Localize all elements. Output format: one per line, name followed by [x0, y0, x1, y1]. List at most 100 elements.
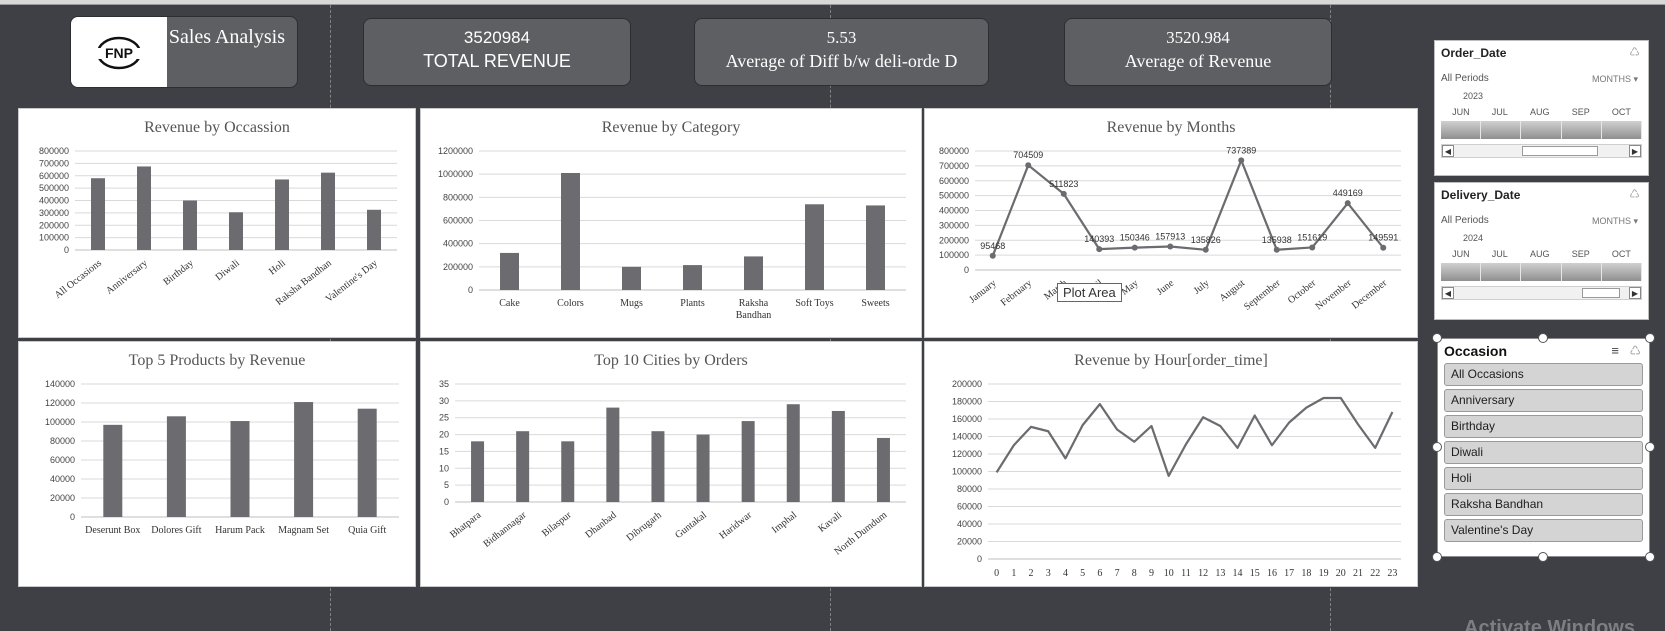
bar	[696, 434, 710, 502]
y-tick-label: 400000	[939, 206, 969, 216]
data-point	[1167, 243, 1174, 250]
clear-filter-icon[interactable]: ♺	[1629, 343, 1641, 359]
time-level-label: MONTHS	[1591, 74, 1631, 84]
delivery-date-slicer[interactable]: Delivery_Date ♺ All Periods MONTHS ▾ 202…	[1434, 182, 1649, 320]
x-tick-label: October	[1286, 277, 1319, 306]
bar	[561, 441, 575, 502]
slicer-item-holi[interactable]: Holi	[1444, 467, 1643, 490]
y-tick-label: 40000	[50, 474, 75, 484]
x-tick-label: Dibrugarh	[625, 510, 664, 544]
timeline-scrollbar[interactable]: ◀ ▶	[1441, 144, 1642, 158]
y-tick-label: 140000	[952, 432, 982, 442]
timeline-bar[interactable]	[1441, 121, 1643, 139]
kpi-total-revenue[interactable]: 3520984 TOTAL REVENUE	[363, 18, 631, 86]
bar	[230, 421, 250, 517]
x-tick-label: Colors	[557, 298, 584, 309]
y-tick-label: 60000	[957, 502, 982, 512]
resize-handle[interactable]	[1538, 333, 1548, 343]
data-point	[1025, 162, 1032, 169]
resize-handle[interactable]	[1432, 333, 1442, 343]
resize-handle[interactable]	[1645, 333, 1655, 343]
timeline-scrollbar[interactable]: ◀ ▶	[1441, 286, 1642, 300]
all-periods-label: All Periods	[1441, 215, 1489, 226]
data-label: 737389	[1226, 145, 1256, 155]
resize-handle[interactable]	[1538, 552, 1548, 562]
x-tick-label: Bhatpara	[448, 509, 484, 540]
y-tick-label: 30	[439, 396, 449, 406]
chart-revenue-by-months[interactable]: Revenue by Months 0 100000 200000 300000 400…	[924, 108, 1418, 338]
bar	[744, 256, 763, 290]
timeline-bar[interactable]	[1441, 263, 1643, 281]
month-labels: JUN JUL AUG SEP OCT	[1441, 107, 1642, 119]
chevron-down-icon: ▾	[1633, 216, 1638, 226]
y-tick-label: 100000	[45, 417, 75, 427]
kpi-label: Average of Diff b/w deli-orde D	[725, 51, 958, 71]
scroll-thumb[interactable]	[1522, 146, 1598, 156]
scroll-left-icon[interactable]: ◀	[1442, 145, 1454, 157]
slicer-item-all-occasions[interactable]: All Occasions	[1444, 363, 1643, 386]
x-tick-label: 18	[1301, 568, 1311, 579]
bar	[103, 424, 123, 517]
month-label: JUL	[1491, 249, 1508, 259]
bar	[357, 408, 377, 517]
x-tick-label: February	[999, 278, 1034, 309]
data-point	[1344, 200, 1351, 207]
scroll-right-icon[interactable]: ▶	[1629, 145, 1641, 157]
chart-revenue-by-occasion[interactable]: Revenue by Occassion 0 100000 200000 300000…	[18, 108, 416, 338]
y-tick-label: 40000	[957, 519, 982, 529]
slicer-item-anniversary[interactable]: Anniversary	[1444, 389, 1643, 412]
chart-canvas: 0 200000 400000 600000 800000 1000000 1200000 C…	[438, 146, 906, 321]
y-tick-label: 0	[468, 285, 473, 295]
scroll-right-icon[interactable]: ▶	[1629, 287, 1641, 299]
occasion-slicer[interactable]: Occasion ≡ ♺ All Occasions Anniversary B…	[1437, 338, 1650, 557]
clear-filter-icon[interactable]: ♺	[1629, 45, 1640, 59]
x-tick-label: Sweets	[861, 298, 889, 309]
chart-top-products[interactable]: Top 5 Products by Revenue 0 20000 40000 600…	[18, 341, 416, 587]
y-tick-label: 200000	[939, 235, 969, 245]
data-point	[1131, 244, 1138, 251]
x-tick-label: Cake	[499, 298, 520, 309]
order-date-slicer[interactable]: Order_Date ♺ All Periods MONTHS ▾ 2023 J…	[1434, 40, 1649, 176]
month-label: SEP	[1571, 107, 1590, 117]
resize-handle[interactable]	[1432, 442, 1442, 452]
bar	[651, 431, 665, 502]
chart-canvas: 0 100000 200000 300000 400000 500000 600000 700…	[39, 146, 397, 308]
y-tick-label: 800000	[443, 192, 473, 202]
all-periods-label: All Periods	[1441, 73, 1489, 84]
kpi-average-revenue[interactable]: 3520.984 Average of Revenue	[1064, 18, 1332, 86]
bar	[500, 252, 519, 290]
bar	[183, 200, 197, 250]
slicer-item-valentines-day[interactable]: Valentine's Day	[1444, 519, 1643, 542]
y-tick-label: 180000	[952, 397, 982, 407]
kpi-average-diff[interactable]: 5.53 Average of Diff b/w deli-orde D	[694, 18, 989, 86]
x-tick-label: 10	[1164, 568, 1174, 579]
bar	[805, 204, 824, 290]
slicer-item-raksha-bandhan[interactable]: Raksha Bandhan	[1444, 493, 1643, 516]
chart-top-cities[interactable]: Top 10 Cities by Orders 0 5 10 15 20 25 30 35 Bh…	[420, 341, 922, 587]
multi-select-icon[interactable]: ≡	[1611, 343, 1619, 358]
bar	[561, 173, 580, 290]
plot-area-tooltip: Plot Area	[1057, 283, 1122, 302]
slicer-item-diwali[interactable]: Diwali	[1444, 441, 1643, 464]
x-tick-label: 1	[1011, 568, 1016, 579]
resize-handle[interactable]	[1645, 442, 1655, 452]
chart-revenue-by-category[interactable]: Revenue by Category 0 200000 400000 600000 8…	[420, 108, 922, 338]
y-tick-label: 400000	[443, 239, 473, 249]
time-level-dropdown[interactable]: MONTHS ▾	[1592, 216, 1638, 227]
clear-filter-icon[interactable]: ♺	[1629, 187, 1640, 201]
y-tick-label: 100000	[39, 233, 69, 243]
chart-revenue-by-hour[interactable]: Revenue by Hour[order_time] 0 20000 40000 6…	[924, 341, 1418, 587]
scroll-thumb[interactable]	[1582, 288, 1620, 298]
resize-handle[interactable]	[1432, 552, 1442, 562]
bar	[516, 431, 530, 502]
title-card[interactable]: FNP Sales Analysis	[70, 16, 298, 88]
y-tick-label: 0	[64, 245, 69, 255]
scroll-left-icon[interactable]: ◀	[1442, 287, 1454, 299]
x-tick-label: Bidhannagar	[481, 509, 529, 550]
slicer-item-birthday[interactable]: Birthday	[1444, 415, 1643, 438]
resize-handle[interactable]	[1645, 552, 1655, 562]
x-tick-label: 14	[1233, 568, 1243, 579]
x-tick-label: December	[1350, 277, 1390, 311]
time-level-dropdown[interactable]: MONTHS ▾	[1592, 74, 1638, 85]
x-tick-label: 22	[1370, 568, 1380, 579]
